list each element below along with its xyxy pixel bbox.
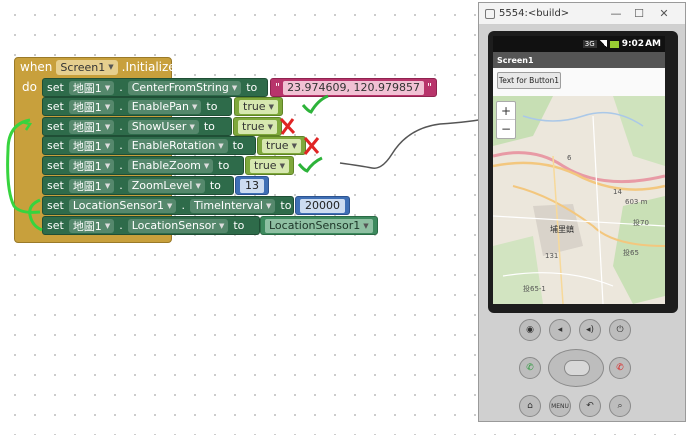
map-road-label: 14	[613, 188, 622, 196]
bracket-tick-annotation	[21, 120, 33, 131]
zoom-in-button[interactable]: +	[497, 102, 515, 120]
search-icon[interactable]: ⌕	[609, 395, 631, 417]
maximize-icon[interactable]: ☐	[630, 6, 648, 22]
map-road-label: 6	[567, 154, 572, 162]
status-bar: 3G 9:02 AM	[493, 36, 665, 52]
check-annotation	[301, 94, 329, 114]
phone-screen: 3G 9:02 AM Screen1 Text for Button1 埔里鎮 …	[493, 36, 665, 304]
signal-badge: 3G	[582, 40, 597, 48]
app-title-bar: Screen1	[493, 52, 665, 68]
status-time: 9:02	[621, 39, 645, 49]
emulator-hardware-controls: ◉ ◂ ◂) ⏻ ✆ ✆ ⌂ MENU ↶ ⌕	[479, 319, 685, 419]
menu-icon[interactable]: MENU	[549, 395, 571, 417]
map-road-label: 投65-1	[523, 285, 546, 293]
status-ampm: AM	[645, 39, 661, 49]
cross-annotation	[279, 117, 296, 135]
map-road-label: 131	[545, 252, 559, 260]
volume-down-icon[interactable]: ◂	[549, 319, 571, 341]
map-place-label: 埔里鎮	[550, 225, 574, 234]
battery-icon	[609, 40, 619, 48]
map-elevation-label: 603 m	[625, 198, 648, 206]
home-icon[interactable]: ⌂	[519, 395, 541, 417]
bracket-annotation	[28, 198, 43, 232]
emulator-app-icon	[485, 8, 495, 19]
map-road-label: 投70	[633, 219, 649, 227]
zoom-out-button[interactable]: −	[497, 120, 515, 138]
app-body: Text for Button1 埔里鎮 131 6 14 投65-1 603 …	[493, 68, 665, 304]
dpad[interactable]	[548, 349, 604, 387]
button1[interactable]: Text for Button1	[497, 72, 561, 89]
emulator-window-title: 5554:<build>	[499, 8, 570, 19]
minimize-icon[interactable]: —	[607, 6, 625, 22]
emulator-window: 5554:<build> — ☐ ✕ 3G 9:02 AM Screen1 Te…	[478, 2, 686, 422]
volume-up-icon[interactable]: ◂)	[579, 319, 601, 341]
map-zoom-control: + −	[496, 101, 516, 139]
dpad-center-button[interactable]	[564, 360, 590, 376]
camera-icon[interactable]: ◉	[519, 319, 541, 341]
close-icon[interactable]: ✕	[655, 6, 673, 22]
back-icon[interactable]: ↶	[579, 395, 601, 417]
power-icon[interactable]: ⏻	[609, 319, 631, 341]
map-road-label: 投65	[623, 249, 639, 257]
call-icon[interactable]: ✆	[519, 357, 541, 379]
cross-annotation	[303, 137, 320, 155]
pen-line-annotation	[339, 107, 501, 169]
check-annotation	[297, 156, 323, 173]
bracket-annotation	[6, 118, 41, 214]
map-view[interactable]: 埔里鎮 131 6 14 投65-1 603 m 投70 投65 + −	[493, 96, 665, 304]
screen-title: Screen1	[497, 55, 534, 65]
signal-icon	[599, 40, 607, 48]
end-call-icon[interactable]: ✆	[609, 357, 631, 379]
